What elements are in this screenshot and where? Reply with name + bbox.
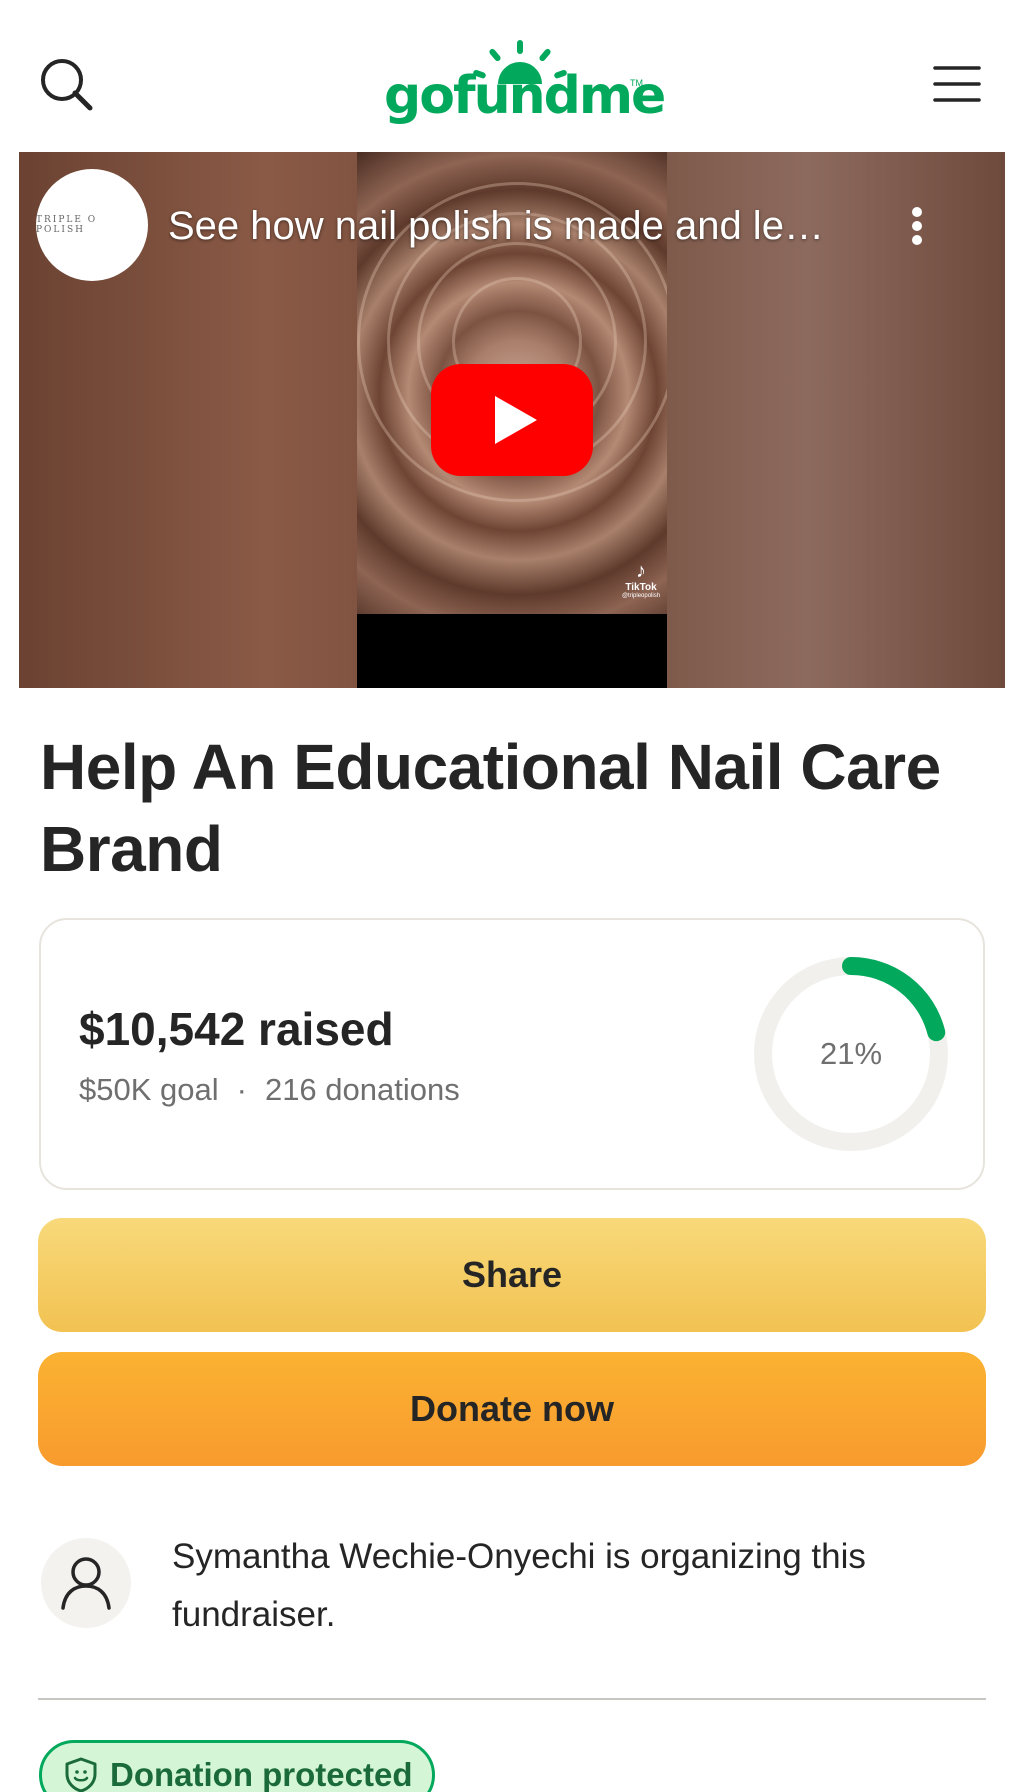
goal-summary: $50K goal · 216 donations bbox=[79, 1072, 460, 1108]
search-icon bbox=[41, 59, 93, 111]
share-button[interactable]: Share bbox=[38, 1218, 986, 1332]
donation-stats-card: $10,542 raised $50K goal · 216 donations 2… bbox=[39, 918, 985, 1190]
video-more-button[interactable] bbox=[905, 204, 929, 248]
site-header: gofundme TM bbox=[0, 0, 1024, 152]
separator-dot: · bbox=[236, 1072, 247, 1107]
channel-avatar[interactable]: TRIPLE O POLISH bbox=[36, 169, 148, 281]
logo-trademark: TM bbox=[630, 78, 643, 88]
campaign-title: Help An Educational Nail Care Brand bbox=[40, 731, 941, 885]
amount-raised: $10,542 raised bbox=[79, 1003, 394, 1055]
progress-percent: 21% bbox=[819, 1036, 883, 1071]
hamburger-menu-icon bbox=[933, 66, 981, 102]
channel-name: TRIPLE O POLISH bbox=[36, 215, 98, 235]
gofundme-logo[interactable]: gofundme TM bbox=[384, 38, 666, 134]
donation-count: 216 donations bbox=[264, 1072, 460, 1107]
donate-now-button[interactable]: Donate now bbox=[38, 1352, 986, 1466]
goal-amount: $50K goal bbox=[79, 1072, 219, 1107]
video-title[interactable]: See how nail polish is made and le… bbox=[168, 204, 888, 249]
user-icon bbox=[61, 1557, 111, 1610]
video-embed[interactable]: TRIPLE O POLISH See how nail polish is m… bbox=[19, 152, 1005, 688]
tiktok-label: TikTok bbox=[625, 582, 657, 593]
badge-label: Donation protected bbox=[110, 1756, 413, 1792]
donation-protected-badge[interactable]: Donation protected bbox=[39, 1740, 435, 1792]
tiktok-watermark: ♪ TikTok @tripleopolish bbox=[617, 560, 665, 610]
section-divider bbox=[38, 1698, 986, 1700]
logo-wordmark: gofundme bbox=[384, 66, 666, 126]
youtube-play-icon bbox=[431, 364, 593, 476]
play-button[interactable] bbox=[431, 364, 593, 476]
shield-icon bbox=[65, 1757, 97, 1792]
organizer-statement: Symantha Wechie-Onyechi is organizing th… bbox=[172, 1537, 866, 1634]
search-button[interactable] bbox=[38, 56, 96, 114]
organizer-avatar[interactable] bbox=[41, 1538, 131, 1628]
tiktok-handle: @tripleopolish bbox=[621, 593, 661, 599]
more-vertical-icon bbox=[905, 207, 929, 245]
menu-button[interactable] bbox=[932, 62, 982, 106]
tiktok-icon: ♪ bbox=[636, 560, 646, 582]
